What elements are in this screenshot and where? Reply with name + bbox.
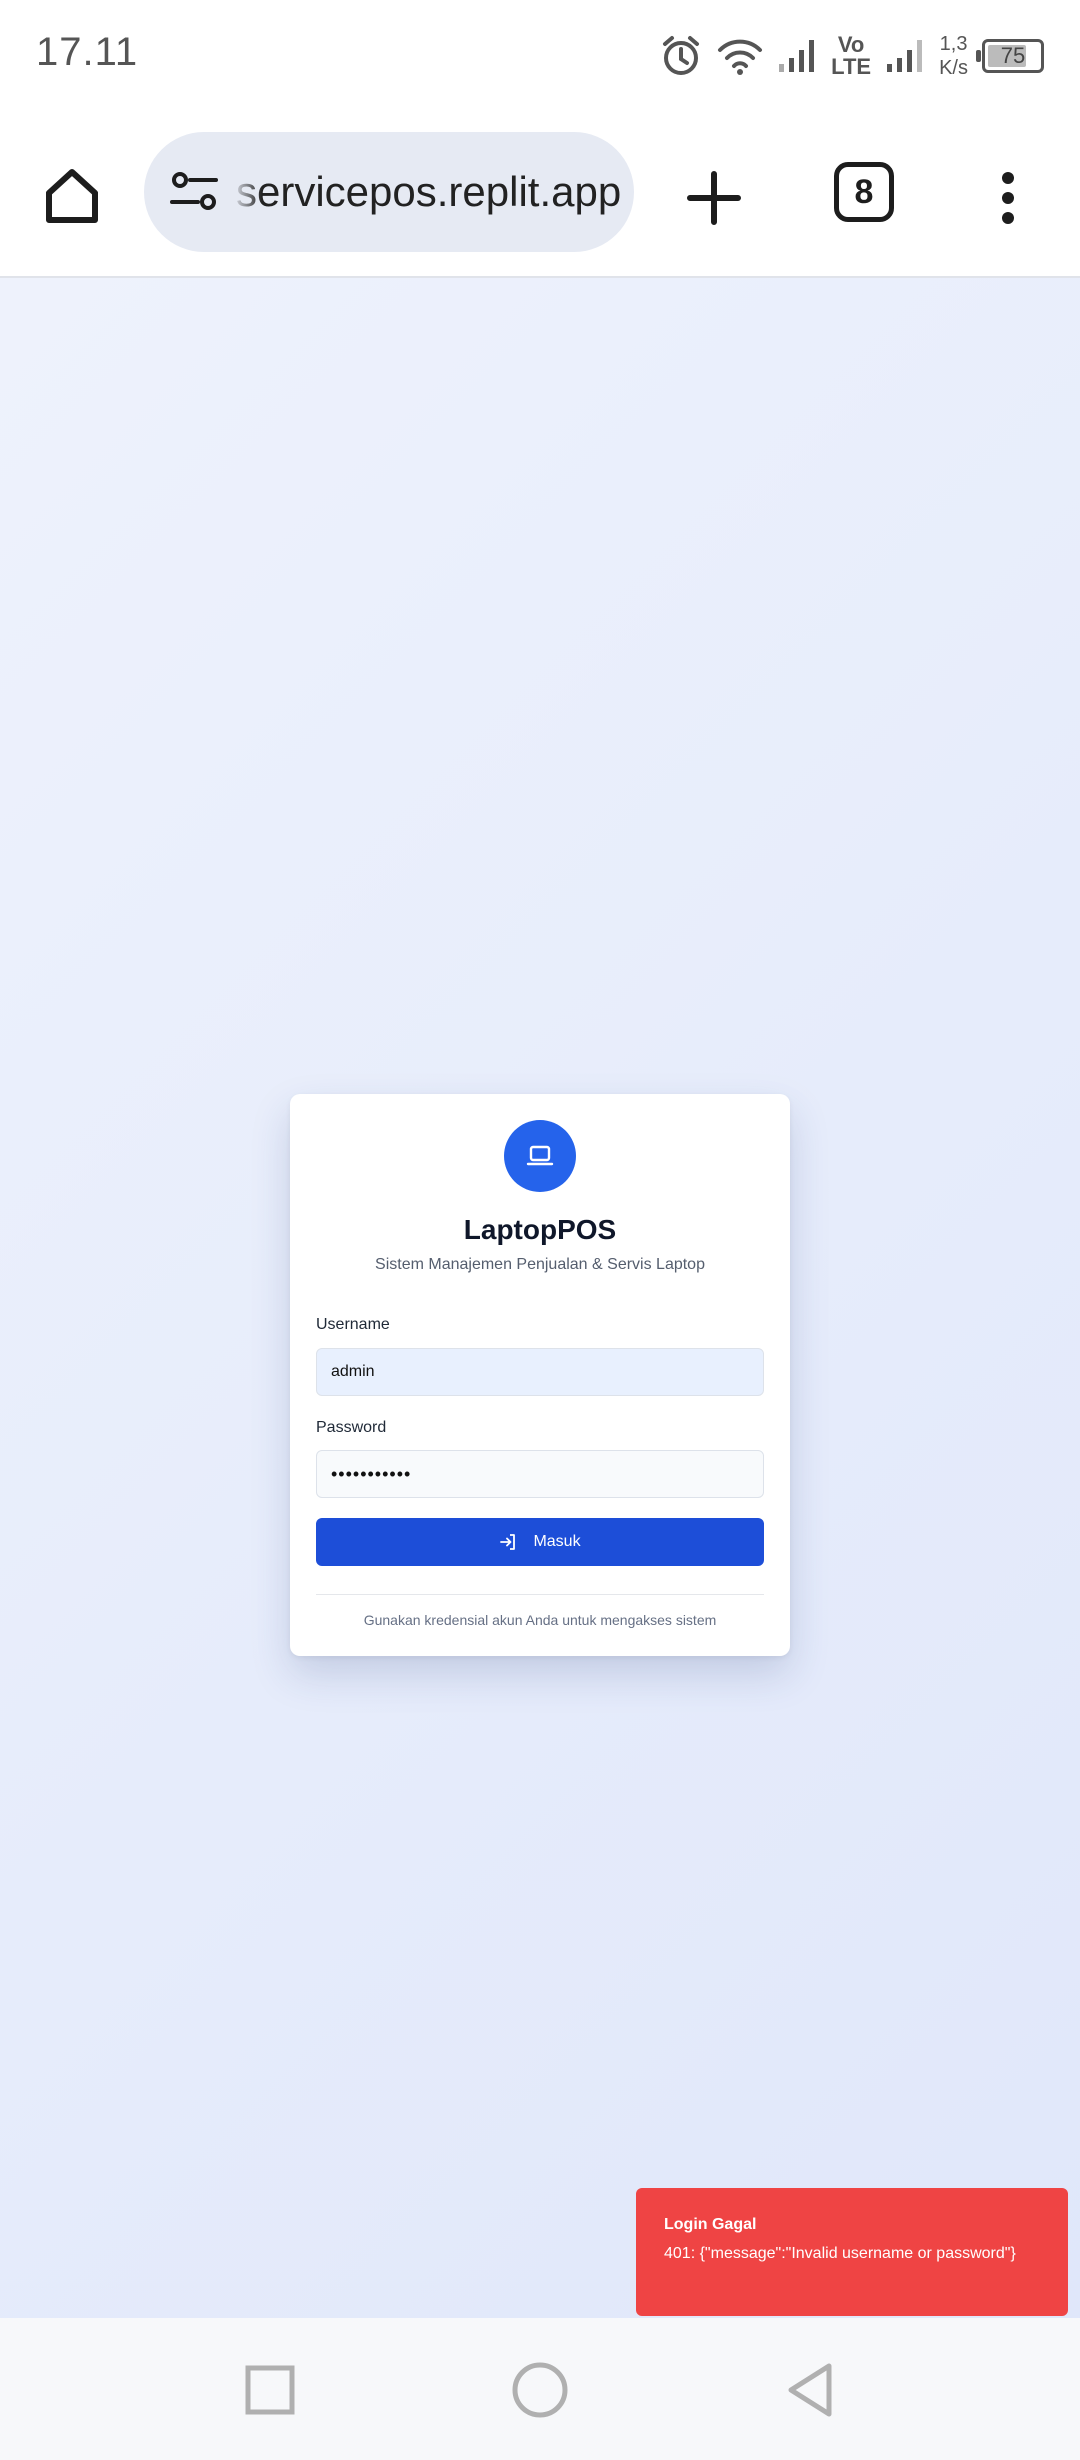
status-bar: 17.11 Vo LTE 1,3 K/s 75 — [0, 0, 1080, 110]
login-icon — [500, 1534, 516, 1550]
login-button[interactable]: Masuk — [316, 1518, 764, 1566]
battery-indicator: 75 — [976, 39, 1044, 73]
status-icons: Vo LTE 1,3 K/s 75 — [659, 28, 1044, 84]
username-label: Username — [316, 1316, 390, 1333]
tab-switcher-button[interactable]: 8 — [834, 162, 894, 222]
username-input[interactable]: admin — [316, 1348, 764, 1396]
app-logo — [504, 1120, 576, 1192]
home-button[interactable] — [36, 160, 108, 232]
toast-message: 401: {"message":"Invalid username or pas… — [664, 2245, 1016, 2262]
password-input[interactable]: ••••••••••• — [316, 1450, 764, 1498]
alarm-icon — [659, 34, 703, 78]
home-icon — [46, 169, 98, 223]
app-title: LaptopPOS — [463, 1214, 617, 1245]
url-text[interactable]: servicepos.replit.app — [236, 132, 621, 252]
app-subtitle: Sistem Manajemen Penjualan & Servis Lapt… — [375, 1256, 705, 1273]
tab-count: 8 — [854, 172, 874, 211]
error-toast[interactable]: Login Gagal 401: {"message":"Invalid use… — [636, 2188, 1068, 2316]
login-footnote: Gunakan kredensial akun Anda untuk menga… — [363, 1612, 717, 1628]
more-vert-icon — [1002, 172, 1014, 224]
back-icon — [788, 2363, 832, 2417]
address-bar[interactable]: servicepos.replit.app — [144, 132, 634, 252]
new-tab-button[interactable] — [678, 162, 750, 234]
browser-toolbar: servicepos.replit.app 8 — [0, 110, 1080, 278]
web-page: LaptopPOS Sistem Manajemen Penjualan & S… — [0, 278, 1080, 2318]
url-fade — [232, 132, 262, 252]
login-button-label: Masuk — [533, 1533, 581, 1550]
password-label: Password — [316, 1419, 387, 1436]
more-menu-button[interactable] — [980, 162, 1036, 234]
login-card: LaptopPOS Sistem Manajemen Penjualan & S… — [290, 1094, 790, 1656]
home-circle-icon — [512, 2362, 568, 2418]
back-button[interactable] — [780, 2360, 840, 2420]
signal-icon — [885, 38, 925, 74]
wifi-icon — [717, 36, 763, 76]
network-speed: 1,3 K/s — [939, 33, 968, 79]
laptop-icon — [526, 1145, 554, 1166]
divider — [316, 1594, 764, 1595]
toast-title: Login Gagal — [664, 2216, 757, 2233]
new-tab-icon — [687, 171, 741, 225]
home-nav-button[interactable] — [510, 2360, 570, 2420]
site-settings-icon[interactable] — [168, 166, 220, 218]
signal-icon — [777, 38, 817, 74]
recents-button[interactable] — [240, 2360, 300, 2420]
recents-icon — [245, 2365, 295, 2415]
clock: 17.11 — [36, 30, 139, 74]
volte-indicator: Vo LTE — [831, 32, 872, 79]
system-nav-bar — [0, 2318, 1080, 2460]
